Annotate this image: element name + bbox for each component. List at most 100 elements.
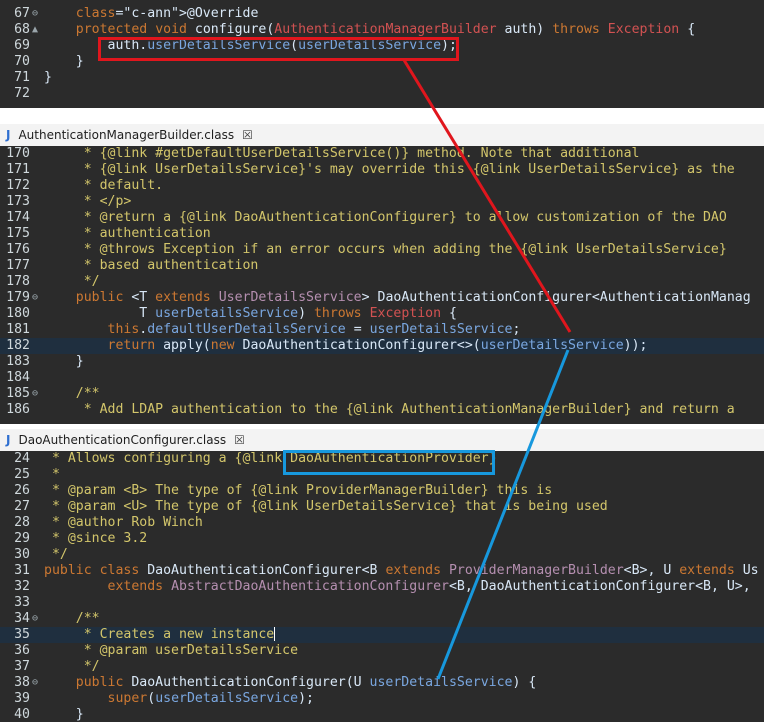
tab-authentication-manager-builder[interactable]: J AuthenticationManagerBuilder.class ☒ [0,124,764,147]
fold-toggle-icon[interactable]: ▲ [32,22,42,38]
line-number: 182 [6,338,30,353]
code-line[interactable]: 32 extends AbstractDaoAuthenticationConf… [0,579,764,595]
fold-toggle-icon[interactable]: ⊖ [32,6,42,22]
code-text: * @since 3.2 [44,531,148,546]
close-icon[interactable]: ☒ [234,433,245,447]
editor-pane-top[interactable]: 67 ⊖ class="c-ann">@Override 68 ▲ protected… [0,0,764,108]
line-number: 25 [14,467,30,482]
code-line[interactable]: 182 return apply(new DaoAuthenticationCo… [0,338,764,354]
code-text: * Allows configuring a {@link DaoAuthent… [44,451,497,466]
line-number: 179 [6,290,30,305]
code-line[interactable]: 29 * @since 3.2 [0,531,764,547]
code-line[interactable]: 38 ⊖ public DaoAuthenticationConfigurer(U… [0,675,764,691]
code-line[interactable]: 71} [0,70,764,86]
line-number: 180 [6,306,30,321]
close-icon[interactable]: ☒ [242,128,253,142]
code-line[interactable]: 186 * Add LDAP authentication to the {@l… [0,402,764,418]
fold-toggle-icon[interactable]: ⊖ [32,675,42,691]
code-text: */ [44,659,100,674]
editor-pane-bottom[interactable]: 24 * Allows configuring a {@link DaoAuth… [0,451,764,722]
code-text: * Creates a new instance [44,627,276,642]
code-text: * {@link #getDefaultUserDetailsService()… [44,146,640,161]
text-cursor [274,627,276,641]
fold-toggle-icon[interactable]: ⊖ [32,611,42,627]
line-number: 176 [6,242,30,257]
code-line[interactable]: 31 public class DaoAuthenticationConfigur… [0,563,764,579]
line-number: 34 [14,611,30,626]
line-number: 71 [14,70,30,85]
code-text: protected void configure(AuthenticationM… [75,22,696,37]
line-number: 67 [14,6,30,21]
code-line[interactable]: 68 ▲ protected void configure(Authenticat… [0,22,764,38]
code-lines: 170 * {@link #getDefaultUserDetailsServi… [0,146,764,418]
tab-dao-authentication-configurer[interactable]: J DaoAuthenticationConfigurer.class ☒ [0,429,764,452]
editor-pane-middle[interactable]: 170 * {@link #getDefaultUserDetailsServi… [0,146,764,424]
code-line[interactable]: 37 */ [0,659,764,675]
code-line[interactable]: 170 * {@link #getDefaultUserDetailsServi… [0,146,764,162]
code-line[interactable]: 171 * {@link UserDetailsService}'s may o… [0,162,764,178]
code-line[interactable]: 27 * @param <U> The type of {@link UserD… [0,499,764,515]
line-number: 175 [6,226,30,241]
code-text: * based authentication [44,258,259,273]
code-line[interactable]: 172 * default. [0,178,764,194]
line-number: 172 [6,178,30,193]
line-number: 40 [14,707,30,722]
code-line[interactable]: 26 * @param <B> The type of {@link Provi… [0,483,764,499]
code-line[interactable]: 175 * authentication [0,226,764,242]
code-text: } [44,354,84,369]
line-number: 173 [6,194,30,209]
code-line[interactable]: 69 auth.userDetailsService(userDetailsSe… [0,38,764,54]
code-line[interactable]: 177 * based authentication [0,258,764,274]
line-number: 171 [6,162,30,177]
fold-toggle-icon[interactable]: ⊖ [32,290,42,306]
code-text: * authentication [44,226,211,241]
code-lines: 67 ⊖ class="c-ann">@Override 68 ▲ protected… [0,6,764,102]
code-line[interactable]: 34 ⊖ /** [0,611,764,627]
line-number: 39 [14,691,30,706]
fold-toggle-icon[interactable]: ⊖ [32,386,42,402]
code-line[interactable]: 33 [0,595,764,611]
code-line[interactable]: 36 * @param userDetailsService [0,643,764,659]
code-line[interactable]: 181 this.defaultUserDetailsService = use… [0,322,764,338]
code-text: /** [44,386,100,401]
code-line[interactable]: 184 [0,370,764,386]
code-line[interactable]: 25 * [0,467,764,483]
code-line[interactable]: 28 * @author Rob Winch [0,515,764,531]
code-line[interactable]: 179 ⊖ public <T extends UserDetailsServic… [0,290,764,306]
code-text: public DaoAuthenticationConfigurer(U use… [75,675,537,690]
line-number: 170 [6,146,30,161]
tab-title: DaoAuthenticationConfigurer.class [18,433,227,447]
code-text: */ [44,547,68,562]
code-line[interactable]: 178 */ [0,274,764,290]
code-text: * {@link UserDetailsService}'s may overr… [44,162,735,177]
line-number: 27 [14,499,30,514]
line-number: 24 [14,451,30,466]
code-text: extends AbstractDaoAuthenticationConfigu… [107,579,751,594]
code-line[interactable]: 173 * </p> [0,194,764,210]
code-text: super(userDetailsService); [107,691,314,706]
code-line[interactable]: 185 ⊖ /** [0,386,764,402]
code-text: */ [44,274,100,289]
line-number: 70 [14,54,30,69]
code-line[interactable]: 72 [0,86,764,102]
line-number: 185 [6,386,30,401]
code-line[interactable]: 35 * Creates a new instance [0,627,764,643]
code-text: * @author Rob Winch [44,515,203,530]
code-line[interactable]: 39 super(userDetailsService); [0,691,764,707]
line-number: 174 [6,210,30,225]
code-line[interactable]: 183 } [0,354,764,370]
line-number: 36 [14,643,30,658]
line-number: 26 [14,483,30,498]
code-line[interactable]: 174 * @return a {@link DaoAuthentication… [0,210,764,226]
code-line[interactable]: 24 * Allows configuring a {@link DaoAuth… [0,451,764,467]
code-line[interactable]: 40 } [0,707,764,722]
line-number: 29 [14,531,30,546]
code-line[interactable]: 67 ⊖ class="c-ann">@Override [0,6,764,22]
code-line[interactable]: 30 */ [0,547,764,563]
code-text: * @throws Exception if an error occurs w… [44,242,727,257]
code-line[interactable]: 180 T userDetailsService) throws Excepti… [0,306,764,322]
code-line[interactable]: 176 * @throws Exception if an error occu… [0,242,764,258]
tab-title: AuthenticationManagerBuilder.class [18,128,235,142]
code-line[interactable]: 70 } [0,54,764,70]
code-text: * @return a {@link DaoAuthenticationConf… [44,210,727,225]
